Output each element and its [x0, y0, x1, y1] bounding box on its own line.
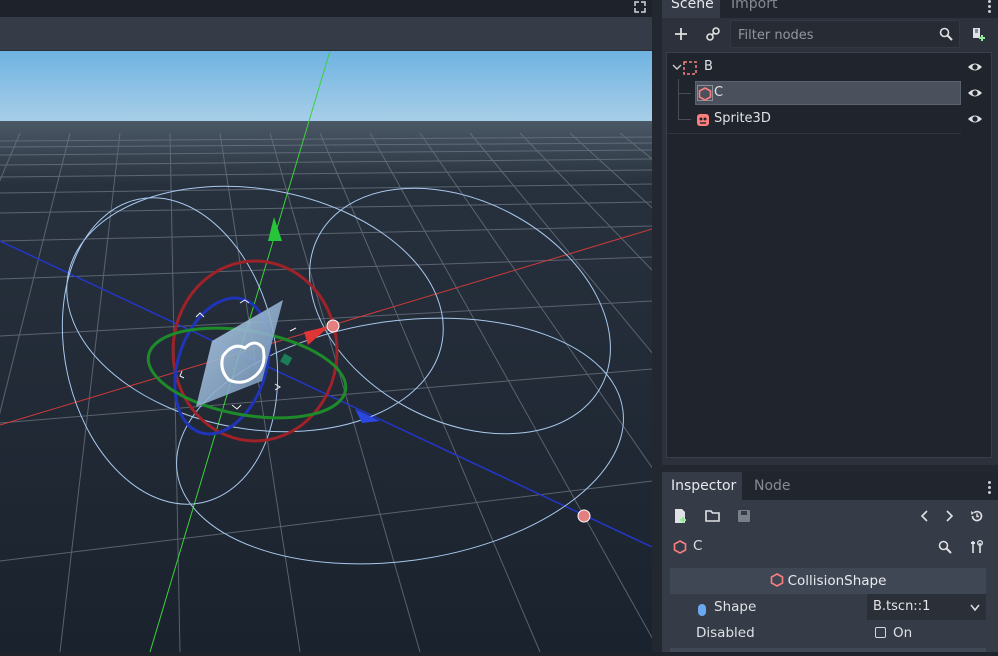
collision-shape-icon — [673, 540, 687, 558]
tab-import[interactable]: Import — [722, 0, 786, 18]
section-title: CollisionShape — [787, 573, 887, 589]
shape-handle — [577, 509, 591, 523]
open-folder-icon[interactable] — [700, 503, 726, 529]
tree-item-label: B — [704, 59, 713, 74]
collision-shape-icon — [697, 85, 713, 101]
ground — [0, 121, 652, 652]
disabled-checkbox[interactable] — [875, 627, 886, 638]
tab-node[interactable]: Node — [745, 472, 800, 500]
inspected-object-name: C — [693, 538, 703, 554]
search-icon[interactable] — [932, 534, 958, 560]
property-label: Shape — [714, 599, 757, 615]
visibility-eye-icon[interactable] — [967, 59, 983, 75]
visibility-eye-icon[interactable] — [967, 111, 983, 127]
plus-icon[interactable] — [668, 21, 694, 47]
dock-splitter[interactable] — [662, 465, 998, 472]
inspector-toolbar — [662, 500, 998, 532]
sky — [0, 51, 652, 123]
dock-splitter[interactable] — [652, 0, 662, 652]
tab-inspector[interactable]: Inspector — [662, 472, 742, 500]
viewport-toolbar — [0, 17, 652, 51]
add-script-icon[interactable] — [965, 21, 991, 47]
3d-viewport[interactable] — [0, 50, 998, 653]
property-disabled: Disabled On — [670, 620, 986, 646]
tree-item-sprite3d[interactable]: Sprite3D — [667, 107, 987, 131]
chevron-down-icon — [970, 604, 980, 612]
property-shape: Shape B.tscn::1 — [670, 594, 986, 620]
filter-nodes-box — [730, 20, 960, 49]
history-back-icon[interactable] — [912, 503, 938, 529]
next-section-header — [670, 648, 986, 652]
tree-item-c[interactable]: C — [695, 81, 961, 105]
link-icon[interactable] — [700, 21, 726, 47]
tree-guide — [678, 93, 691, 94]
tree-item-label: C — [714, 85, 724, 100]
scene-menu-icon[interactable] — [988, 0, 992, 15]
filter-nodes-input[interactable] — [731, 21, 940, 49]
scene-dock: Scene Import B — [662, 0, 998, 465]
tree-row-divider — [667, 133, 961, 134]
history-forward-icon[interactable] — [936, 503, 962, 529]
new-resource-icon[interactable] — [668, 503, 694, 529]
property-section-header[interactable]: CollisionShape — [670, 568, 986, 594]
tree-item-label: Sprite3D — [714, 111, 771, 126]
chevron-down-icon[interactable] — [672, 55, 682, 88]
save-icon[interactable] — [731, 503, 757, 529]
search-icon — [939, 27, 953, 45]
inspector-dock: Inspector Node C CollisionShape Shape B.… — [662, 472, 998, 652]
tab-scene[interactable]: Scene — [662, 0, 720, 18]
expand-icon[interactable] — [632, 0, 648, 16]
visibility-eye-icon[interactable] — [967, 85, 983, 101]
tree-item-b[interactable]: B — [667, 55, 987, 79]
inspector-menu-icon[interactable] — [988, 479, 992, 496]
object-history-icon[interactable] — [964, 503, 990, 529]
inspector-object-row: C — [662, 532, 998, 562]
viewport-canvas[interactable] — [0, 50, 998, 653]
checkbox-label: On — [893, 625, 913, 641]
inspector-tab-bar: Inspector Node — [662, 472, 998, 500]
tools-icon[interactable] — [964, 534, 990, 560]
shape-handle — [326, 319, 340, 333]
property-label: Disabled — [696, 625, 755, 641]
collision-shape-icon — [770, 573, 783, 587]
scene-tree: B C Sprite3D — [666, 52, 992, 458]
viewport-top-bar — [0, 0, 652, 17]
shape-resource-value: B.tscn::1 — [873, 599, 931, 614]
scene-tab-bar: Scene Import — [662, 0, 998, 18]
shape-resource-dropdown[interactable]: B.tscn::1 — [867, 594, 986, 620]
